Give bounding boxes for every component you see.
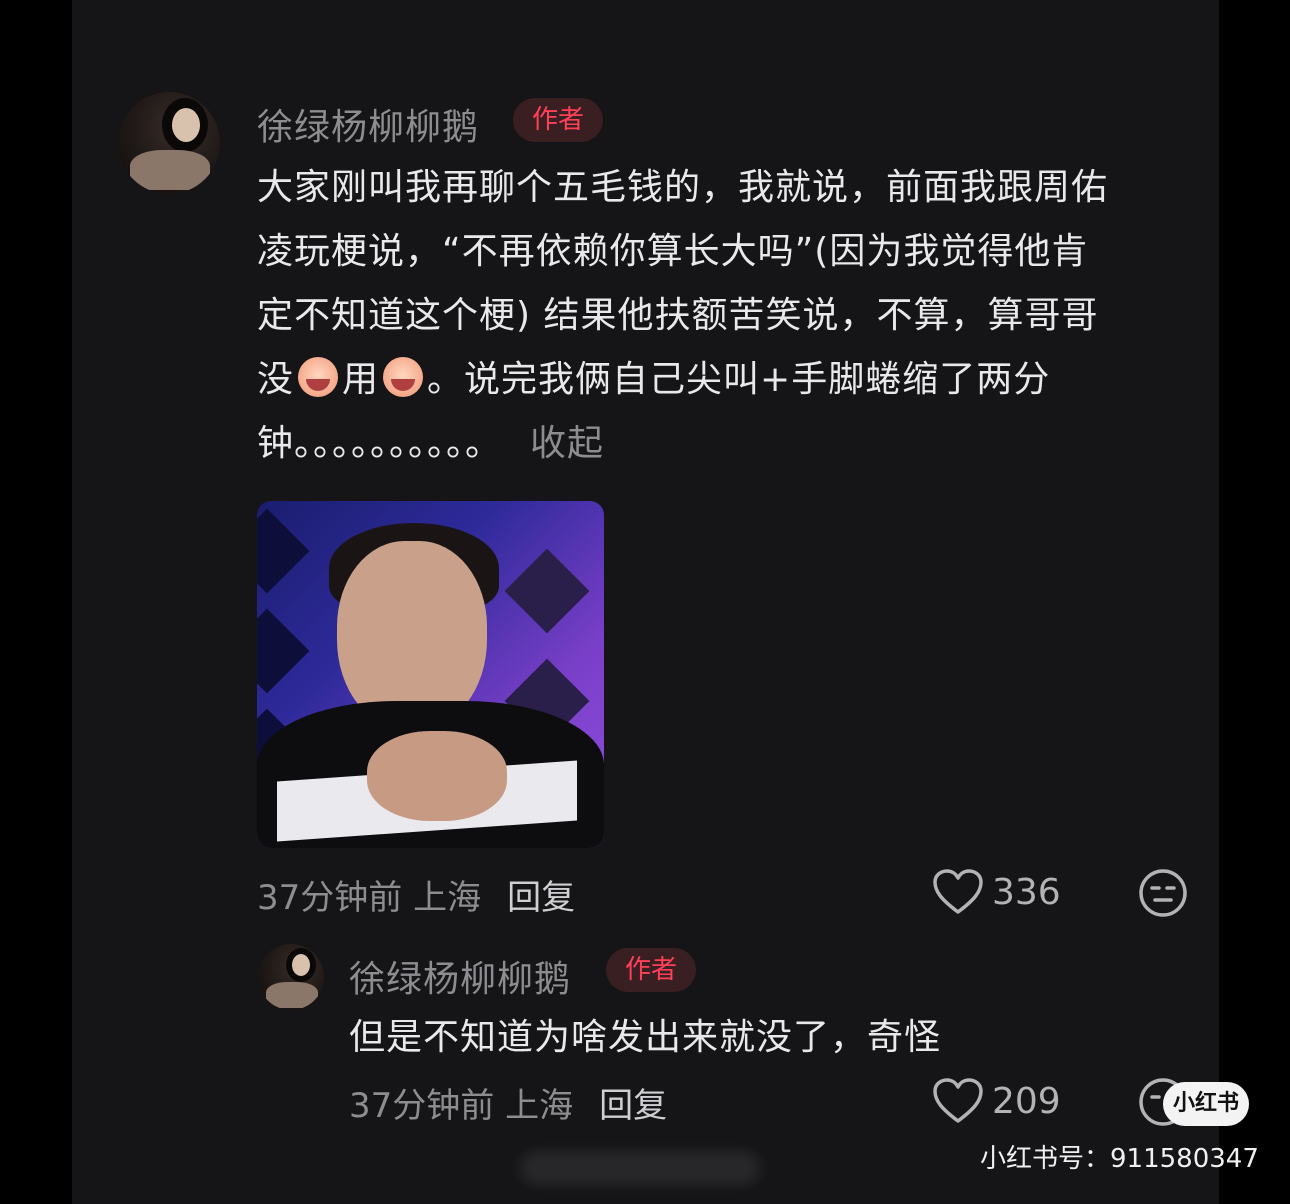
collapse-link[interactable]: 收起 bbox=[530, 423, 604, 464]
reply-username[interactable]: 徐绿杨柳柳鹅 bbox=[349, 950, 571, 1002]
author-badge: 作者 bbox=[513, 98, 603, 142]
avatar-clothing bbox=[266, 982, 318, 1008]
dislike-face-icon[interactable] bbox=[1138, 868, 1188, 918]
comment-time-location: 37分钟前 上海 bbox=[257, 878, 482, 918]
reply-author-badge: 作者 bbox=[606, 948, 696, 992]
comment-text: 大家刚叫我再聊个五毛钱的，我就说，前面我跟周佑 凌玩梗说，“不再依赖你算长大吗”… bbox=[257, 156, 1197, 476]
like-count: 336 bbox=[992, 871, 1061, 913]
comment-line-5-text: 钟。。。。。。。。。。 bbox=[257, 423, 503, 464]
comment-meta: 37分钟前 上海 回复 bbox=[257, 870, 575, 919]
reply-like-button[interactable]: 209 bbox=[932, 1077, 1061, 1125]
heart-icon bbox=[933, 869, 983, 914]
commenter-username[interactable]: 徐绿杨柳柳鹅 bbox=[257, 98, 479, 150]
reply-like-count: 209 bbox=[992, 1080, 1061, 1122]
stage-background-tile bbox=[504, 548, 590, 634]
comment-line-1: 大家刚叫我再聊个五毛钱的，我就说，前面我跟周佑 bbox=[257, 167, 1109, 208]
comment-line-4-b: 用 bbox=[342, 359, 380, 400]
crying-face-emoji-icon bbox=[298, 357, 339, 397]
comment-line-4-a: 没 bbox=[257, 359, 295, 400]
avatar-face bbox=[292, 954, 310, 976]
stage-background-tile bbox=[257, 608, 310, 694]
heart-icon bbox=[933, 1078, 983, 1123]
comment-line-2: 凌玩梗说，“不再依赖你算长大吗”(因为我觉得他肯 bbox=[257, 231, 1089, 272]
avatar-clothing bbox=[130, 150, 210, 190]
comment-line-5: 钟。。。。。。。。。。 收起 bbox=[257, 412, 1197, 476]
comment-line-4-c: 。说完我俩自己尖叫+手脚蜷缩了两分 bbox=[427, 359, 1051, 400]
comment-image[interactable] bbox=[257, 501, 604, 848]
like-button[interactable]: 336 bbox=[932, 868, 1061, 916]
crying-face-emoji-icon bbox=[383, 357, 424, 397]
reply-meta: 37分钟前 上海 回复 bbox=[349, 1078, 667, 1127]
person-hands bbox=[367, 731, 507, 821]
reply-button[interactable]: 回复 bbox=[507, 878, 575, 918]
commenter-avatar[interactable] bbox=[118, 92, 220, 194]
reply-time-location: 37分钟前 上海 bbox=[349, 1086, 574, 1126]
blurred-overlay bbox=[520, 1150, 760, 1186]
reply-reply-button[interactable]: 回复 bbox=[599, 1086, 667, 1126]
stage-background-tile bbox=[257, 508, 310, 594]
watermark-id: 小红书号：911580347 bbox=[980, 1144, 1259, 1174]
reply-text: 但是不知道为啥发出来就没了，奇怪 bbox=[349, 1017, 942, 1058]
xiaohongshu-logo: 小红书 bbox=[1163, 1082, 1249, 1126]
comment-line-4: 没 用 。说完我俩自己尖叫+手脚蜷缩了两分 bbox=[257, 348, 1197, 412]
avatar-face bbox=[172, 108, 200, 142]
reply-avatar[interactable] bbox=[258, 944, 324, 1010]
comment-line-3: 定不知道这个梗) 结果他扶额苦笑说，不算，算哥哥 bbox=[257, 295, 1099, 336]
